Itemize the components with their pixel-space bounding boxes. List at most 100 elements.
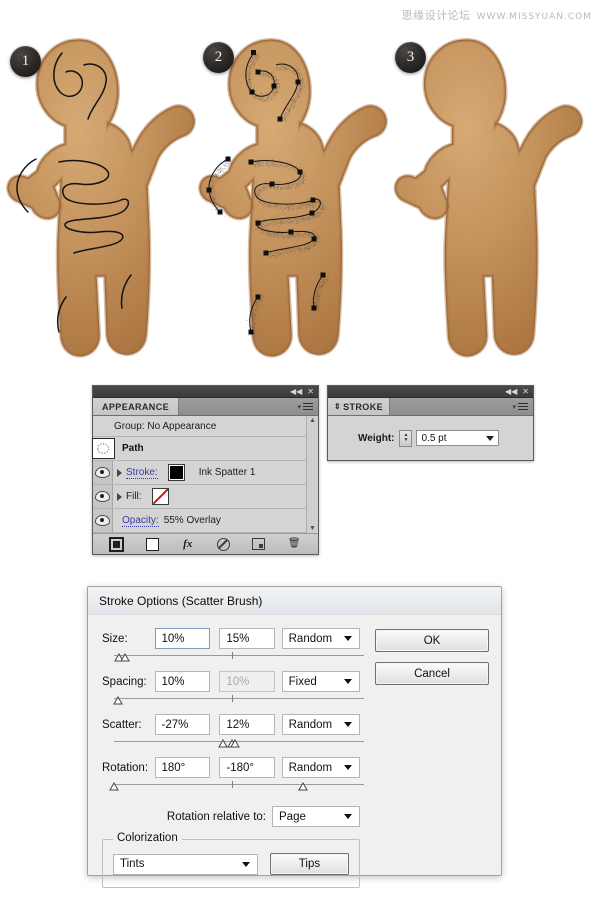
expand-arrow-stroke-icon[interactable] bbox=[117, 468, 122, 477]
weight-stepper[interactable]: ▲ ▼ bbox=[399, 429, 413, 447]
stroke-icon bbox=[109, 536, 125, 552]
appearance-scrollbar[interactable]: ▲ ▼ bbox=[306, 416, 318, 533]
size-slider-thumb-left[interactable] bbox=[110, 653, 132, 662]
appearance-row-stroke[interactable]: Stroke: Ink Spatter 1 bbox=[93, 461, 306, 485]
rotation-slider-thumb-left[interactable] bbox=[105, 782, 125, 791]
spacing-slider-thumb[interactable] bbox=[109, 696, 125, 705]
scatter-mode-value: Random bbox=[288, 718, 333, 731]
rotation-min-input[interactable]: 180° bbox=[154, 757, 210, 778]
appearance-row-opacity[interactable]: Opacity: 55% Overlay bbox=[93, 509, 306, 533]
size-label: Size: bbox=[102, 632, 128, 645]
clear-icon bbox=[216, 537, 230, 551]
cancel-button[interactable]: Cancel bbox=[375, 662, 489, 685]
visibility-toggle-opacity[interactable] bbox=[93, 509, 113, 532]
spacing-label: Spacing: bbox=[102, 675, 147, 688]
close-icon[interactable]: ✕ bbox=[522, 387, 529, 396]
tabrow-empty bbox=[390, 398, 507, 415]
size-mode-select[interactable]: Random bbox=[281, 628, 360, 649]
dialog-fields-column: Size: 10% 15% Random Spacing: 10% 10% Fi… bbox=[102, 627, 364, 888]
trash-icon: 🗑 bbox=[287, 538, 301, 549]
panel-menu-icon[interactable]: ▾ bbox=[292, 398, 318, 415]
rotation-relative-select[interactable]: Page bbox=[272, 806, 360, 827]
scatter-mode-select[interactable]: Random bbox=[281, 714, 360, 735]
tab-appearance[interactable]: APPEARANCE bbox=[93, 398, 180, 415]
spacing-max-input: 10% bbox=[219, 671, 275, 692]
stroke-options-dialog: Stroke Options (Scatter Brush) Size: 10%… bbox=[87, 586, 502, 888]
colorization-method-select[interactable]: Tints bbox=[113, 853, 258, 875]
add-new-stroke-button[interactable] bbox=[108, 536, 126, 552]
opacity-value: 55% Overlay bbox=[163, 515, 221, 526]
delete-item-button[interactable]: 🗑 bbox=[285, 537, 303, 551]
collapse-icon[interactable]: ◀◀ bbox=[505, 387, 517, 396]
eye-icon bbox=[95, 491, 110, 502]
dialog-buttons-column: OK Cancel bbox=[375, 629, 489, 695]
ok-button[interactable]: OK bbox=[375, 629, 489, 652]
duplicate-icon bbox=[252, 538, 266, 550]
appearance-row-fill[interactable]: Fill: bbox=[93, 485, 306, 509]
expand-arrow-fill-icon[interactable] bbox=[117, 492, 122, 501]
size-min-input[interactable]: 10% bbox=[154, 628, 210, 649]
appearance-body: ▲ ▼ Group: No Appearance Path Stroke: Ink… bbox=[92, 416, 318, 554]
weight-input[interactable]: 0.5 pt bbox=[416, 430, 500, 446]
scatter-min-input[interactable]: -27% bbox=[154, 714, 210, 735]
stroke-panel-chrome: ◀◀ ✕ bbox=[328, 386, 533, 398]
tabrow-empty bbox=[179, 398, 292, 415]
chevron-down-icon bbox=[344, 636, 352, 641]
clear-appearance-button[interactable] bbox=[214, 537, 232, 551]
scatter-max-input[interactable]: 12% bbox=[219, 714, 275, 735]
illustration-area: 1 2 3 bbox=[0, 20, 600, 370]
spacing-slider[interactable] bbox=[113, 694, 364, 711]
colorization-group: Colorization Tints Tips bbox=[102, 832, 360, 888]
rotation-mode-select[interactable]: Random bbox=[281, 757, 360, 778]
duplicate-item-button[interactable] bbox=[250, 537, 268, 551]
add-new-effect-button[interactable]: fx bbox=[179, 537, 197, 551]
close-icon[interactable]: ✕ bbox=[307, 387, 314, 396]
colorization-controls: Tints Tips bbox=[113, 853, 349, 875]
spacing-field-row: Spacing: 10% 10% Fixed bbox=[102, 670, 360, 693]
rotation-slider[interactable] bbox=[109, 780, 364, 797]
tips-button[interactable]: Tips bbox=[269, 853, 349, 875]
figure-step-2: 2 bbox=[192, 20, 392, 370]
scatter-slider[interactable] bbox=[114, 737, 364, 754]
panel-menu-icon[interactable]: ▾ bbox=[507, 398, 533, 415]
rotation-max-input[interactable]: -180° bbox=[219, 757, 275, 778]
step-badge-3: 3 bbox=[395, 42, 426, 73]
colorization-method-value: Tints bbox=[120, 858, 145, 870]
scatter-label: Scatter: bbox=[102, 718, 142, 731]
size-max-input[interactable]: 15% bbox=[219, 628, 275, 649]
step-badge-2: 2 bbox=[203, 42, 234, 73]
size-mode-value: Random bbox=[288, 632, 333, 645]
chevron-down-icon bbox=[344, 814, 352, 819]
size-slider[interactable] bbox=[114, 651, 364, 668]
spacing-mode-select[interactable]: Fixed bbox=[281, 671, 360, 692]
stroke-color-swatch[interactable] bbox=[167, 464, 185, 481]
fill-label[interactable]: Fill: bbox=[126, 491, 142, 502]
appearance-panel-chrome: ◀◀ ✕ bbox=[93, 386, 318, 398]
chevron-down-icon bbox=[344, 765, 352, 770]
opacity-label[interactable]: Opacity: bbox=[122, 515, 159, 527]
visibility-toggle-fill[interactable] bbox=[93, 485, 113, 508]
rotation-slider-track bbox=[114, 784, 364, 785]
appearance-row-path[interactable]: Path bbox=[92, 437, 306, 461]
visibility-toggle-stroke[interactable] bbox=[93, 461, 113, 484]
stroke-label[interactable]: Stroke: bbox=[126, 467, 158, 479]
rotation-slider-thumb-right[interactable] bbox=[294, 782, 314, 791]
scatter-slider-thumbs[interactable] bbox=[214, 739, 242, 748]
tab-stroke[interactable]: ⇕ STROKE bbox=[328, 398, 391, 415]
eye-icon bbox=[95, 515, 110, 526]
figure-step-3: 3 bbox=[385, 20, 585, 370]
rotation-relative-value: Page bbox=[279, 810, 306, 823]
illustrator-panels: ◀◀ ✕ APPEARANCE ▾ ▲ ▼ Group: No Appearanc… bbox=[0, 383, 600, 558]
collapse-icon[interactable]: ◀◀ bbox=[290, 387, 302, 396]
fill-none-swatch[interactable] bbox=[151, 488, 169, 505]
rotation-relative-label: Rotation relative to: bbox=[166, 810, 266, 823]
group-label: Group: No Appearance bbox=[114, 420, 217, 432]
spacing-min-input[interactable]: 10% bbox=[154, 671, 210, 692]
add-new-fill-button[interactable] bbox=[143, 537, 161, 551]
path-thumb-icon bbox=[92, 438, 115, 459]
dialog-body: Size: 10% 15% Random Spacing: 10% 10% Fi… bbox=[88, 615, 501, 888]
weight-value: 0.5 pt bbox=[421, 432, 447, 444]
size-slider-tick bbox=[232, 652, 233, 659]
chevron-down-icon bbox=[344, 722, 352, 727]
chevron-down-icon[interactable] bbox=[486, 435, 495, 441]
